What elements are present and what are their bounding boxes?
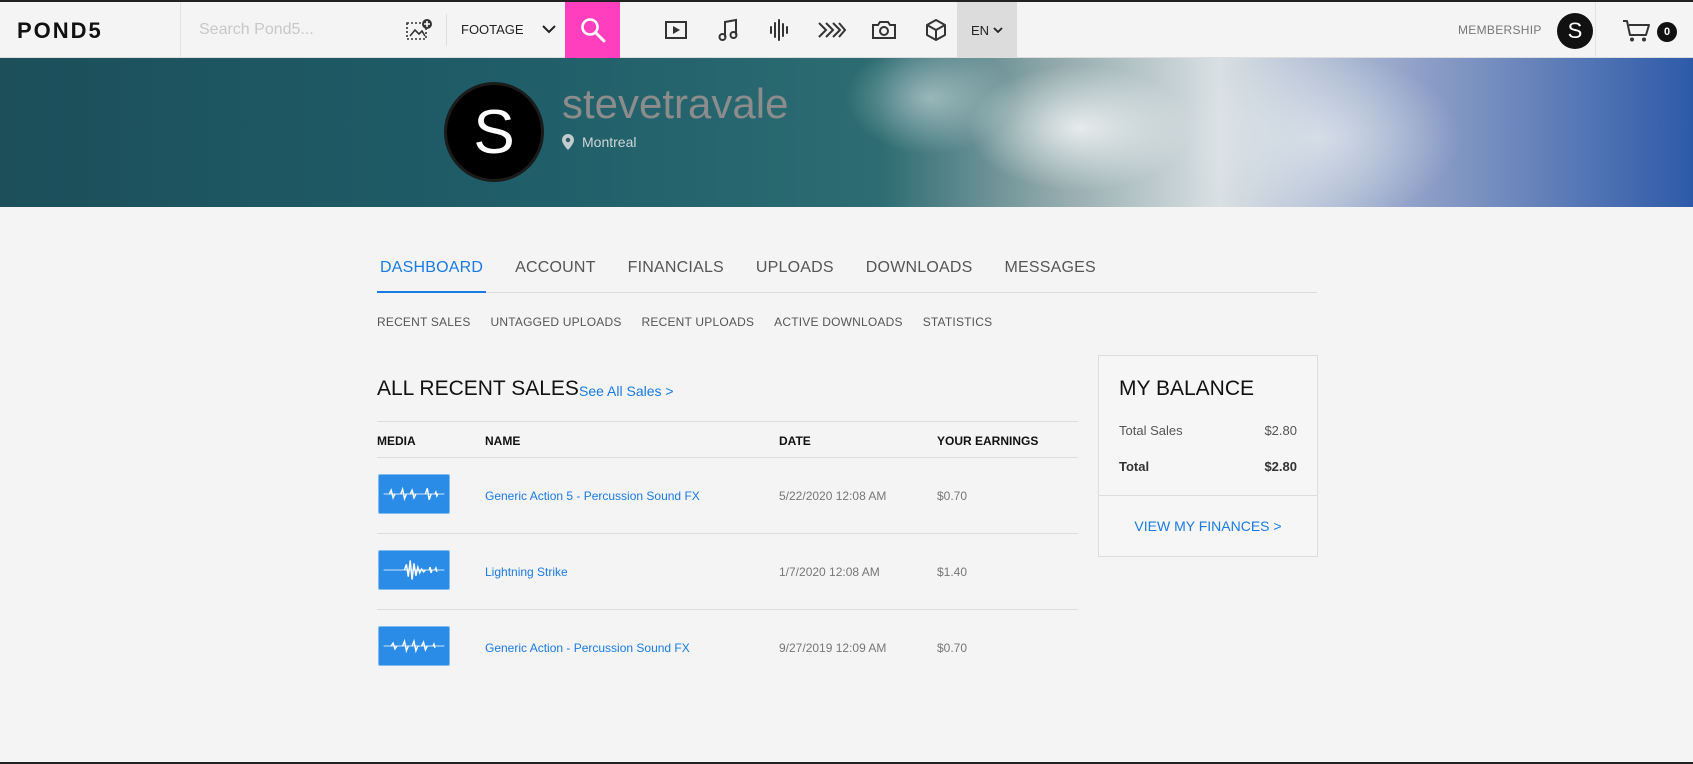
- subtab-recent-uploads[interactable]: RECENT UPLOADS: [642, 315, 755, 329]
- tab-dashboard[interactable]: DASHBOARD: [377, 250, 487, 293]
- chevron-down-icon: [541, 22, 556, 37]
- search-divider: [446, 14, 447, 46]
- subtab-active-downloads[interactable]: ACTIVE DOWNLOADS: [774, 315, 903, 329]
- waveform-icon: [383, 638, 445, 654]
- membership-link[interactable]: MEMBERSHIP: [1458, 23, 1542, 37]
- search-area: FOOTAGE: [180, 2, 565, 58]
- search-button[interactable]: [565, 2, 620, 58]
- language-select[interactable]: EN: [957, 2, 1017, 58]
- table-row: Generic Action 5 - Percussion Sound FX 5…: [377, 458, 1078, 534]
- waveform-icon: [383, 486, 445, 502]
- tab-downloads[interactable]: DOWNLOADS: [863, 250, 976, 293]
- category-select[interactable]: FOOTAGE: [461, 22, 556, 37]
- sound-fx-icon[interactable]: [754, 2, 806, 58]
- profile-location: Montreal: [562, 134, 636, 150]
- sale-item-name[interactable]: Generic Action 5 - Percussion Sound FX: [485, 489, 700, 503]
- music-icon[interactable]: [702, 2, 754, 58]
- total-value: $2.80: [1264, 459, 1297, 474]
- recent-sales-table: MEDIA NAME DATE YOUR EARNINGS Generic Ac…: [377, 421, 1078, 686]
- after-effects-icon[interactable]: [806, 2, 858, 58]
- profile-avatar: S: [444, 82, 544, 182]
- search-input[interactable]: [199, 16, 399, 44]
- video-icon[interactable]: [650, 2, 702, 58]
- see-all-sales-link[interactable]: See All Sales >: [579, 383, 674, 399]
- subtab-recent-sales[interactable]: RECENT SALES: [377, 315, 471, 329]
- total-sales-row: Total Sales $2.80: [1119, 423, 1297, 438]
- sale-item-earnings: $0.70: [937, 641, 968, 655]
- user-avatar[interactable]: S: [1557, 13, 1593, 49]
- pond5-logo[interactable]: POND5: [17, 18, 103, 44]
- column-header-media: MEDIA: [377, 434, 416, 448]
- total-label: Total: [1119, 459, 1150, 474]
- subtab-untagged-uploads[interactable]: UNTAGGED UPLOADS: [491, 315, 622, 329]
- header-divider: [1595, 2, 1596, 58]
- table-header: MEDIA NAME DATE YOUR EARNINGS: [377, 422, 1078, 458]
- table-row: Lightning Strike 1/7/2020 12:08 AM $1.40: [377, 534, 1078, 610]
- media-thumbnail[interactable]: [378, 550, 450, 590]
- waveform-icon: [383, 560, 445, 580]
- column-header-name: NAME: [485, 434, 521, 448]
- profile-username: stevetravale: [562, 80, 789, 127]
- tab-account[interactable]: ACCOUNT: [512, 250, 599, 293]
- sale-item-name[interactable]: Generic Action - Percussion Sound FX: [485, 641, 690, 655]
- sale-item-earnings: $0.70: [937, 489, 968, 503]
- image-search-icon[interactable]: [405, 18, 433, 42]
- location-pin-icon: [562, 134, 574, 150]
- total-sales-value: $2.80: [1264, 423, 1297, 438]
- chevron-down-icon: [993, 26, 1003, 33]
- sale-item-date: 5/22/2020 12:08 AM: [779, 489, 887, 503]
- location-text: Montreal: [582, 134, 637, 150]
- balance-title: MY BALANCE: [1119, 377, 1254, 400]
- sale-item-name[interactable]: Lightning Strike: [485, 565, 568, 579]
- media-thumbnail[interactable]: [378, 474, 450, 514]
- dashboard-tabs: DASHBOARD ACCOUNT FINANCIALS UPLOADS DOW…: [377, 250, 1317, 293]
- dashboard-subtabs: RECENT SALES UNTAGGED UPLOADS RECENT UPL…: [377, 315, 992, 329]
- view-my-finances-link[interactable]: VIEW MY FINANCES >: [1099, 518, 1317, 534]
- cart-icon[interactable]: [1622, 19, 1652, 43]
- column-header-date: DATE: [779, 434, 811, 448]
- tab-financials[interactable]: FINANCIALS: [625, 250, 727, 293]
- category-label: FOOTAGE: [461, 22, 524, 37]
- media-type-icons: [650, 2, 962, 58]
- tab-uploads[interactable]: UPLOADS: [753, 250, 837, 293]
- cart-count-badge: 0: [1657, 22, 1677, 42]
- sale-item-date: 1/7/2020 12:08 AM: [779, 565, 880, 579]
- sale-item-date: 9/27/2019 12:09 AM: [779, 641, 887, 655]
- column-header-earnings: YOUR EARNINGS: [937, 434, 1039, 448]
- my-balance-panel: MY BALANCE Total Sales $2.80 Total $2.80…: [1098, 355, 1318, 557]
- 3d-icon[interactable]: [910, 2, 962, 58]
- recent-sales-title: ALL RECENT SALES: [377, 377, 579, 400]
- media-thumbnail[interactable]: [378, 626, 450, 666]
- profile-banner: [0, 58, 1693, 207]
- language-label: EN: [970, 22, 990, 38]
- subtab-statistics[interactable]: STATISTICS: [923, 315, 993, 329]
- total-sales-label: Total Sales: [1119, 423, 1183, 438]
- table-row: Generic Action - Percussion Sound FX 9/2…: [377, 610, 1078, 686]
- balance-divider: [1099, 495, 1317, 496]
- photo-icon[interactable]: [858, 2, 910, 58]
- total-row: Total $2.80: [1119, 459, 1297, 474]
- search-icon: [580, 18, 605, 43]
- sale-item-earnings: $1.40: [937, 565, 968, 579]
- top-navigation-bar: POND5 FOOTAGE: [0, 0, 1693, 58]
- tab-messages[interactable]: MESSAGES: [1002, 250, 1099, 293]
